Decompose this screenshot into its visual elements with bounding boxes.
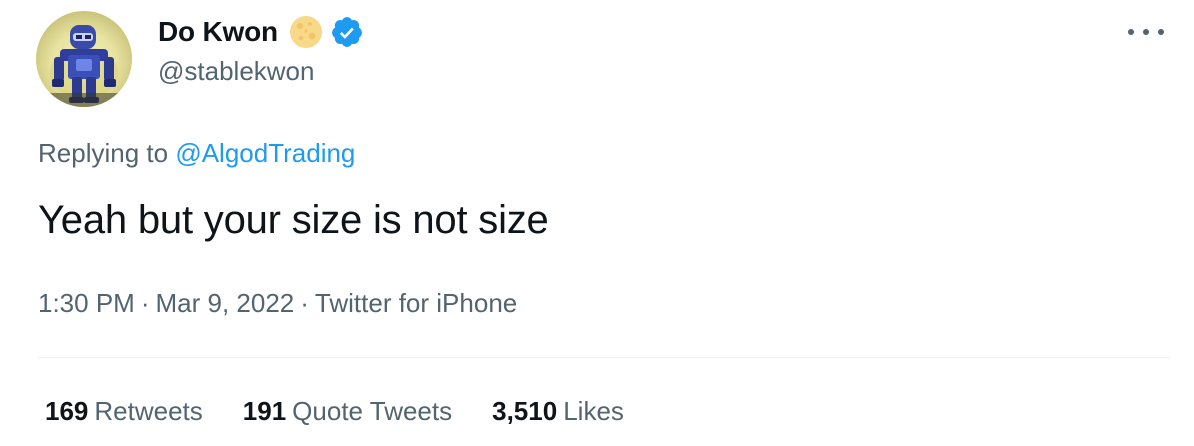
retweets-label: Retweets (94, 396, 203, 426)
more-dot-icon (1143, 29, 1149, 35)
verified-icon[interactable] (330, 15, 364, 49)
moon-icon (288, 14, 324, 50)
quote-tweets-count: 191 (242, 396, 287, 426)
reply-mention-link[interactable]: @AlgodTrading (175, 138, 355, 168)
tweet-stats: 169 Retweets 191 Quote Tweets 3,510 Likes (45, 396, 664, 427)
more-dot-icon (1158, 29, 1164, 35)
author-name-row: Do Kwon (158, 14, 364, 50)
author-handle[interactable]: @stablekwon (158, 56, 314, 87)
more-options-button[interactable] (1128, 20, 1164, 44)
retweets-stat[interactable]: 169 Retweets (45, 396, 203, 427)
tweet-card: Do Kwon @stablekwon Replying to @AlgodTr (0, 0, 1194, 446)
display-name[interactable]: Do Kwon (158, 16, 278, 48)
tweet-text: Yeah but your size is not size (38, 198, 549, 242)
meta-separator: · (140, 288, 150, 318)
more-dot-icon (1128, 29, 1134, 35)
quote-tweets-label: Quote Tweets (292, 396, 453, 426)
tweet-meta: 1:30 PM · Mar 9, 2022 · Twitter for iPhone (38, 288, 517, 319)
tweet-source[interactable]: Twitter for iPhone (315, 288, 517, 318)
meta-separator: · (300, 288, 309, 318)
likes-stat[interactable]: 3,510 Likes (492, 396, 624, 427)
quote-tweets-stat[interactable]: 191 Quote Tweets (243, 396, 452, 427)
likes-label: Likes (563, 396, 624, 426)
tweet-time[interactable]: 1:30 PM (38, 288, 135, 318)
tweet-date[interactable]: Mar 9, 2022 (156, 288, 295, 318)
replying-prefix: Replying to (38, 138, 169, 168)
retweets-count: 169 (45, 396, 89, 426)
replying-to: Replying to @AlgodTrading (38, 138, 355, 169)
likes-count: 3,510 (492, 396, 558, 426)
robot-avatar-icon (36, 25, 132, 107)
avatar[interactable] (36, 11, 132, 107)
divider (38, 357, 1170, 358)
